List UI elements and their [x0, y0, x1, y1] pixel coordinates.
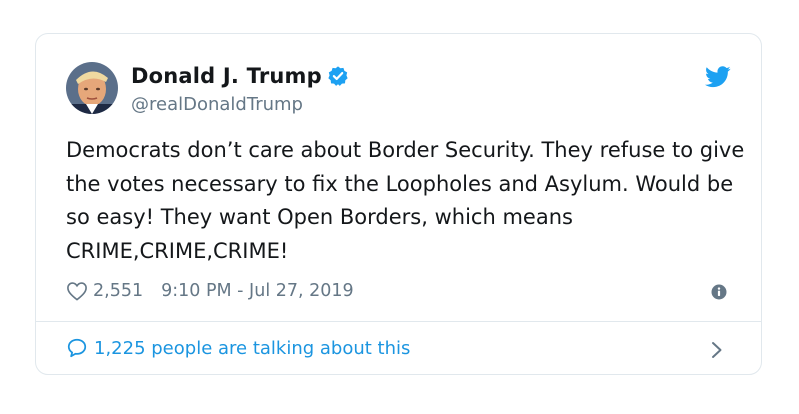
verified-badge-icon [327, 65, 349, 87]
chevron-right-icon[interactable] [711, 341, 723, 359]
like-count[interactable]: 2,551 [93, 281, 143, 301]
info-icon[interactable] [711, 284, 727, 300]
conversation-label[interactable]: 1,225 people are talking about this [94, 338, 410, 359]
conversation-link[interactable]: 1,225 people are talking about this [66, 337, 410, 359]
divider [36, 321, 761, 322]
tweet-card[interactable]: Donald J. Trump @realDonaldTrump Democra… [35, 33, 762, 375]
tweet-meta: 2,551 9:10 PM - Jul 27, 2019 [66, 281, 354, 301]
tweet-timestamp[interactable]: 9:10 PM - Jul 27, 2019 [161, 281, 354, 301]
author-name[interactable]: Donald J. Trump [131, 64, 322, 88]
avatar[interactable] [66, 62, 118, 114]
heart-icon[interactable] [66, 281, 88, 301]
speech-bubble-icon [66, 337, 88, 359]
author-handle[interactable]: @realDonaldTrump [131, 94, 303, 115]
author-name-row[interactable]: Donald J. Trump [131, 64, 349, 88]
twitter-bird-icon[interactable] [705, 66, 731, 88]
tweet-text: Democrats don’t care about Border Securi… [66, 138, 745, 263]
